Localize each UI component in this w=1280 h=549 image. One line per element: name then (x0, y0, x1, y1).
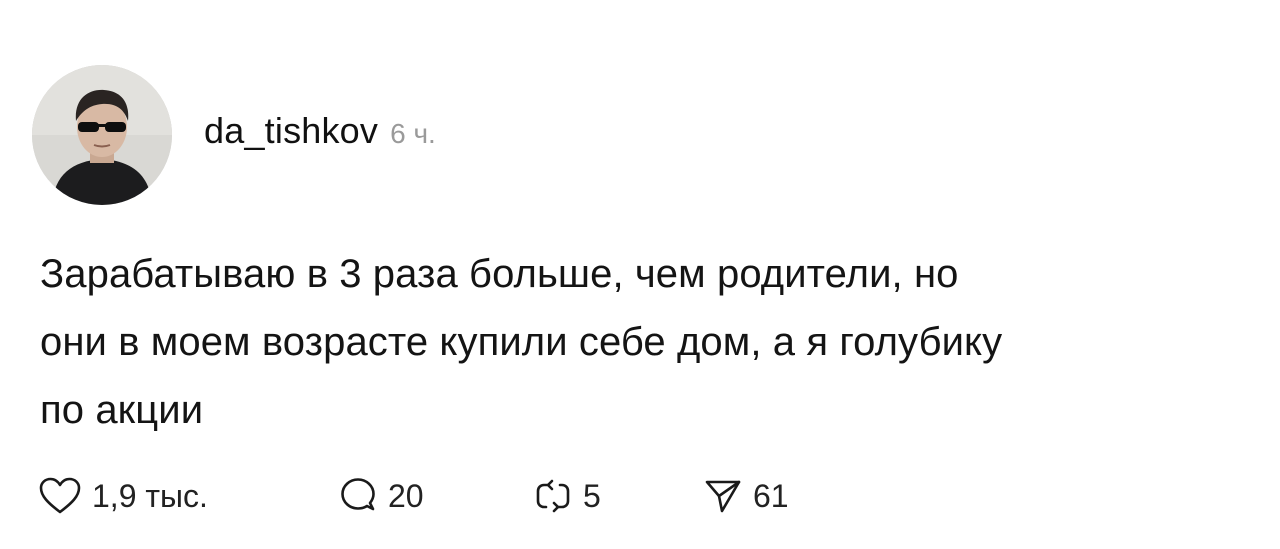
like-button[interactable]: 1,9 тыс. (38, 476, 338, 516)
post-header: da_tishkov 6 ч. (32, 64, 436, 206)
reply-count: 20 (388, 477, 424, 514)
repost-icon (536, 479, 570, 513)
comment-icon (341, 478, 375, 511)
post-meta: da_tishkov 6 ч. (204, 110, 436, 152)
send-icon (705, 480, 741, 513)
post-timestamp: 6 ч. (390, 118, 436, 149)
post-text: Зарабатываю в 3 раза больше, чем родител… (40, 240, 1240, 444)
avatar-image (32, 65, 172, 205)
reply-button[interactable]: 20 (338, 476, 533, 516)
heart-icon (39, 477, 81, 514)
repost-button[interactable]: 5 (533, 476, 703, 516)
post-text-line: по акции (40, 388, 204, 432)
avatar[interactable] (32, 65, 172, 205)
repost-count: 5 (583, 477, 601, 514)
post-text-line: они в моем возрасте купили себе дом, а я… (40, 320, 1003, 364)
like-count: 1,9 тыс. (92, 477, 208, 514)
share-count: 61 (753, 477, 789, 514)
username-link[interactable]: da_tishkov (204, 110, 378, 152)
share-button[interactable]: 61 (703, 476, 789, 516)
post-actions: 1,9 тыс. 20 5 61 (38, 470, 789, 522)
post-text-line: Зарабатываю в 3 раза больше, чем родител… (40, 252, 959, 296)
thread-post: da_tishkov 6 ч. Зарабатываю в 3 раза бол… (0, 0, 1280, 549)
